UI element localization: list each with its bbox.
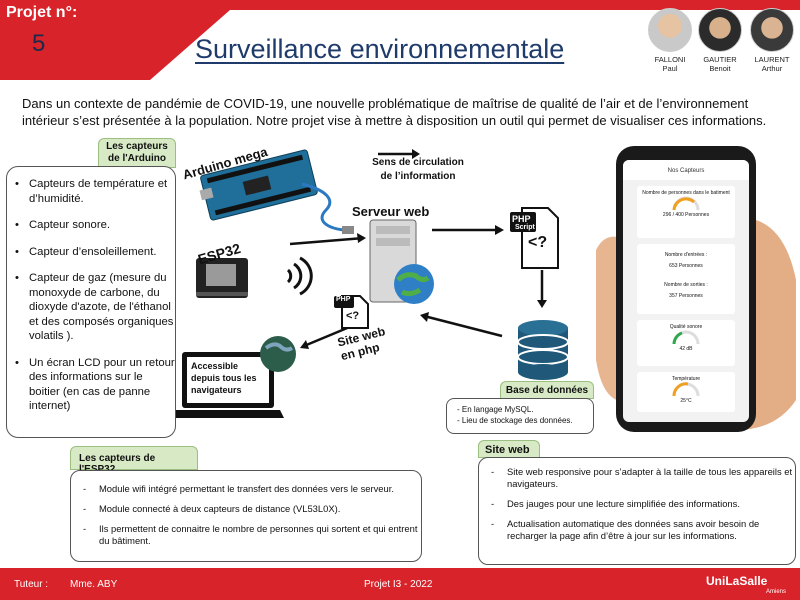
esp-sensors-box: Module wifi intégré permettant le transf… <box>70 470 422 562</box>
member-firstname: Paul <box>662 63 678 73</box>
site-section-tag: Site web <box>478 440 540 458</box>
php-script-label: Script <box>515 224 535 231</box>
list-item: Module connecté à deux capteurs de dista… <box>71 503 421 515</box>
db-item: - Lieu de stockage des données. <box>457 416 573 425</box>
arduino-section-tag: Les capteurs de l'Arduino <box>98 138 176 168</box>
list-item: Ils permettent de connaitre le nombre de… <box>71 523 421 547</box>
entries-card: Nombre d'entrées : 653 Personnes Nombre … <box>637 244 735 314</box>
php-code: <? <box>528 234 548 251</box>
db-tag: Base de données <box>500 381 594 399</box>
flow-label: Sens de circulation de l’information <box>372 157 464 182</box>
card-label: Nombre d'entrées : <box>664 252 708 258</box>
member-firstname: Benoit <box>709 63 731 73</box>
arrow-db-to-site <box>420 312 503 338</box>
footer-project: Projet I3 - 2022 <box>364 579 433 590</box>
laptop-label: Accessible depuis tous les navigateurs <box>191 361 257 395</box>
phone-header: Nos Capteurs <box>623 160 749 180</box>
avatar <box>648 8 692 52</box>
db-item: - En langage MySQL. <box>457 405 534 414</box>
list-item: Capteur d’ensoleillement. <box>7 245 175 260</box>
list-item: Module wifi intégré permettant le transf… <box>71 483 421 495</box>
intro-text: Dans un contexte de pandémie de COVID-19… <box>22 96 767 128</box>
project-number: 5 <box>32 30 46 57</box>
member-firstname: Arthur <box>761 63 783 73</box>
php-small-code: <? <box>346 310 360 322</box>
project-label: Projet n°: <box>6 4 78 21</box>
avatar <box>750 8 794 52</box>
people-gauge-icon <box>672 196 700 211</box>
card-value: 25°C <box>680 398 692 404</box>
temperature-gauge-icon <box>672 382 700 397</box>
list-item: Site web responsive pour s’adapter à la … <box>479 466 795 490</box>
list-item: Capteurs de température et d’humidité. <box>7 177 175 206</box>
page-title: Surveillance environnementale <box>195 34 565 64</box>
arrow-esp-to-server <box>289 233 366 246</box>
site-features-box: Site web responsive pour s’adapter à la … <box>478 457 796 565</box>
esp-section-tag: Les capteurs de l'ESP32 <box>70 446 198 475</box>
server-label: Serveur web <box>352 204 430 219</box>
avatar <box>698 8 742 52</box>
arrow-server-to-php <box>432 225 504 235</box>
list-item: Actualisation automatique des données sa… <box>479 518 795 542</box>
tutor-label: Tuteur : <box>14 579 49 590</box>
team-member: LAURENT Arthur <box>744 8 800 73</box>
list-item: Un écran LCD pour un retour des informat… <box>7 356 175 414</box>
db-info-box: - En langage MySQL. - Lieu de stockage d… <box>446 398 594 434</box>
phone-screen: Nos Capteurs Nombre de personnes dans le… <box>623 160 749 422</box>
brand-sub: Amiens <box>766 589 787 595</box>
card-value: 296 / 400 Personnes <box>662 212 710 218</box>
card-value: 42 dB <box>679 346 693 352</box>
arrow-php-to-db <box>537 270 547 308</box>
sound-card: Qualité sonore 42 dB <box>637 320 735 366</box>
card-value: 357 Personnes <box>669 293 703 299</box>
footer: Tuteur : Mme. ABY Projet I3 - 2022 UniLa… <box>0 568 800 600</box>
arduino-sensors-box: Capteurs de température et d’humidité. C… <box>6 166 176 438</box>
team-member: FALLONI Paul <box>642 8 698 73</box>
web-server-icon <box>369 219 434 304</box>
team-member: GAUTIER Benoit <box>692 8 748 73</box>
brand-logo: UniLaSalle <box>706 574 768 588</box>
list-item: Capteur de gaz (mesure du monoxyde de ca… <box>7 271 175 344</box>
temperature-card: Température 25°C <box>637 372 735 412</box>
database-icon <box>517 320 569 380</box>
php-label: PHP <box>512 214 531 224</box>
tutor-name: Mme. ABY <box>70 579 118 590</box>
list-item: Capteur sonore. <box>7 218 175 233</box>
wifi-icon <box>286 256 313 296</box>
php-small-label: PHP <box>336 296 351 303</box>
people-card: Nombre de personnes dans le batiment 296… <box>637 186 735 238</box>
sound-gauge-icon <box>672 330 700 345</box>
card-value: 653 Personnes <box>669 263 703 269</box>
card-label: Nombre de sorties : <box>664 282 708 288</box>
list-item: Des jauges pour une lecture simplifiée d… <box>479 498 795 510</box>
